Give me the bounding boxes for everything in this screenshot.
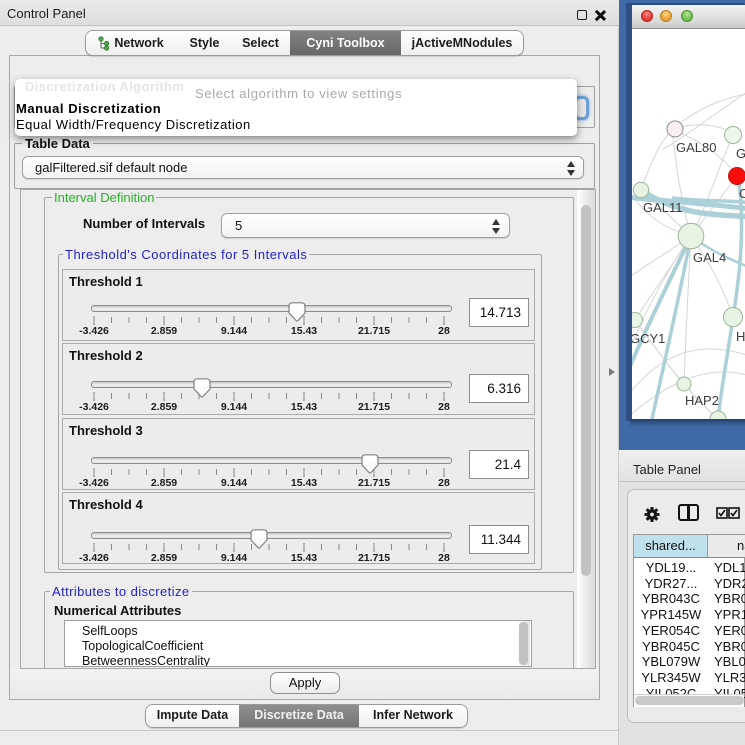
svg-text:GCY1: GCY1 <box>632 331 665 346</box>
svg-text:GAL80: GAL80 <box>676 140 716 155</box>
svg-text:GAL4: GAL4 <box>693 250 726 265</box>
svg-text:H: H <box>736 329 745 344</box>
svg-text:C: C <box>739 186 745 201</box>
svg-text:GAL11: GAL11 <box>643 200 683 215</box>
svg-text:G: G <box>736 146 745 161</box>
svg-text:HAP2: HAP2 <box>685 393 719 408</box>
